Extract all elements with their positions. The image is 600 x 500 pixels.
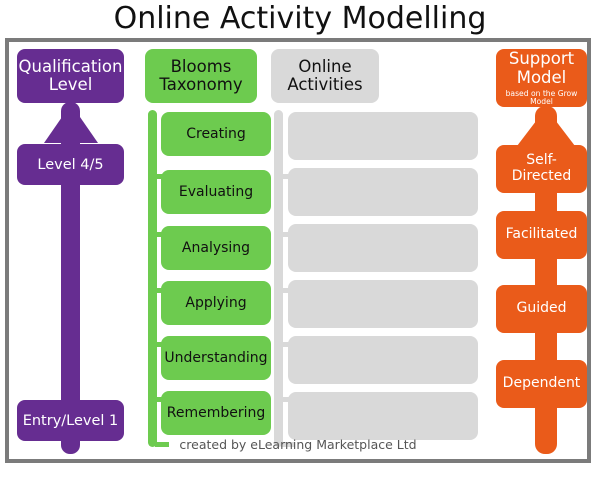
blooms-item-label: Remembering <box>166 405 266 421</box>
blooms-item-analysing[interactable]: Analysing <box>161 226 271 270</box>
blooms-item-applying[interactable]: Applying <box>161 281 271 325</box>
online-activity-slot-4[interactable] <box>288 280 478 328</box>
qualification-header-line2: Level <box>48 75 93 94</box>
online-activity-slot-2[interactable] <box>288 168 478 216</box>
online-header-line1: Online <box>298 56 352 76</box>
column-header-blooms-taxonomy: Blooms Taxonomy <box>145 49 257 103</box>
support-level-label-line2: Directed <box>511 168 572 184</box>
blooms-item-evaluating[interactable]: Evaluating <box>161 170 271 214</box>
support-level-facilitated[interactable]: Facilitated <box>496 211 587 259</box>
support-model-subtitle: based on the Grow Model <box>505 89 578 106</box>
support-level-guided[interactable]: Guided <box>496 285 587 333</box>
blooms-item-label: Creating <box>186 126 246 142</box>
support-level-self-directed[interactable]: Self- Directed <box>496 145 587 193</box>
qualification-level-box-entry-level-1[interactable]: Entry/Level 1 <box>17 400 124 441</box>
support-level-label: Dependent <box>502 375 581 392</box>
footer-credit: created by eLearning Marketplace Ltd <box>179 437 417 452</box>
online-activity-slot-1[interactable] <box>288 112 478 160</box>
blooms-item-remembering[interactable]: Remembering <box>161 391 271 435</box>
support-level-label: Facilitated <box>505 226 578 243</box>
blooms-item-understanding[interactable]: Understanding <box>161 336 271 380</box>
qualification-header-line1: Qualification <box>18 56 123 76</box>
diagram-frame: Qualification Level Level 4/5 Entry/Leve… <box>5 38 591 463</box>
support-level-label-line1: Self- <box>526 152 557 169</box>
online-activity-slot-6[interactable] <box>288 392 478 440</box>
support-arrow-up-icon <box>517 108 575 146</box>
column-header-support-model: Support Model based on the Grow Model <box>496 49 587 107</box>
qualification-level-label: Level 4/5 <box>37 156 104 173</box>
blooms-item-label: Understanding <box>164 350 268 366</box>
online-activity-slot-3[interactable] <box>288 224 478 272</box>
qualification-level-box-level-4-5[interactable]: Level 4/5 <box>17 144 124 185</box>
blooms-item-label: Applying <box>185 295 247 311</box>
blooms-item-creating[interactable]: Creating <box>161 112 271 156</box>
support-header-line1: Support <box>508 49 575 69</box>
blooms-item-label: Evaluating <box>178 184 254 200</box>
blooms-header-line2: Taxonomy <box>159 75 243 94</box>
page-title: Online Activity Modelling <box>113 1 487 36</box>
support-level-label: Guided <box>516 300 567 317</box>
online-header-line2: Activities <box>287 75 363 94</box>
diagram-canvas: Online Activity Modelling Qualification … <box>0 0 600 500</box>
blooms-item-label: Analysing <box>181 240 251 256</box>
online-activity-slot-5[interactable] <box>288 336 478 384</box>
qualification-level-label: Entry/Level 1 <box>22 412 119 429</box>
column-header-online-activities: Online Activities <box>271 49 379 103</box>
qualification-arrow-up-icon <box>44 104 98 143</box>
support-header-line2: Model <box>516 67 567 87</box>
blooms-header-line1: Blooms <box>170 56 232 76</box>
column-header-qualification-level: Qualification Level <box>17 49 124 103</box>
support-level-dependent[interactable]: Dependent <box>496 360 587 408</box>
